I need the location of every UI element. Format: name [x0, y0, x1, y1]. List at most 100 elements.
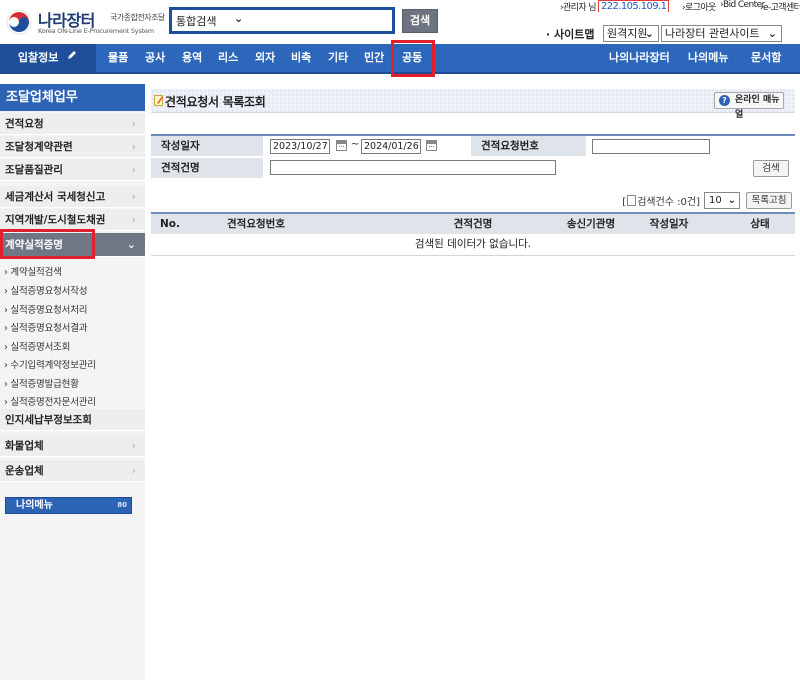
highlight-box-contract-performance: [0, 229, 95, 259]
nav-etc[interactable]: 기타: [328, 44, 348, 72]
sidebar-item-label: 견적요청: [5, 118, 44, 130]
column-header-date: 작성일자: [649, 218, 689, 230]
sidebar-subitem[interactable]: › 수기입력계약정보관리: [4, 357, 96, 371]
sidebar-item-bonds[interactable]: 지역개발/도시철도채권 ›: [0, 209, 145, 231]
my-menu-button[interactable]: 나의메뉴 80: [5, 497, 132, 514]
form-search-button[interactable]: 검색: [753, 160, 789, 177]
page-size-value: 10: [709, 195, 722, 206]
table-header: No. 견적요청번호 견적건명 송신기관명 작성일자 상태: [151, 212, 795, 234]
date-range-tilde: ~: [351, 139, 360, 150]
result-count-open: [: [622, 197, 627, 208]
related-sites-select[interactable]: 나라장터 관련사이트 ⌄: [661, 25, 782, 42]
request-no-input[interactable]: [592, 139, 710, 154]
nav-my-narajangteo[interactable]: 나의나라장터: [609, 44, 670, 72]
date-to-input[interactable]: 2024/01/26: [361, 139, 421, 154]
nav-bid-info-label: 입찰정보: [17, 51, 59, 64]
sidebar-subitem-label: 실적증명발급현황: [10, 379, 79, 390]
memo-pencil-icon: [154, 95, 164, 106]
logo-subtitle-en: Korea ON-Line E-Procurement System: [38, 27, 154, 35]
quote-name-input[interactable]: [270, 160, 556, 175]
logo[interactable]: 나라장터 국가종합전자조달 Korea ON-Line E-Procuremen…: [6, 7, 166, 37]
chevron-down-icon: ⌄: [126, 238, 136, 251]
sidebar-subitem-label: 실적증명요청서처리: [10, 305, 88, 316]
sidebar-subitem[interactable]: › 실적증명서조회: [4, 339, 70, 353]
nav-bid-info[interactable]: 입찰정보: [0, 44, 96, 72]
sidebar-item-quote-request[interactable]: 견적요청 ›: [0, 113, 145, 135]
nav-private[interactable]: 민간: [364, 44, 384, 72]
sidebar-subitem[interactable]: › 계약실적검색: [4, 264, 62, 278]
chevron-right-icon: ›: [131, 213, 136, 226]
refresh-list-button[interactable]: 목록고침: [746, 192, 792, 209]
sidebar-subitem-label: 실적증명서조회: [10, 342, 71, 353]
chevron-down-icon: ⌄: [234, 12, 244, 25]
my-menu-label: 나의메뉴: [16, 500, 53, 511]
sidebar-subitem[interactable]: › 실적증명전자문서관리: [4, 394, 96, 408]
calendar-icon[interactable]: [336, 140, 347, 151]
nav-construction[interactable]: 공사: [145, 44, 165, 72]
my-menu-ok: 80: [117, 501, 127, 509]
nav-goods[interactable]: 물품: [108, 44, 128, 72]
online-manual-button[interactable]: ? 온라인 매뉴얼: [714, 92, 784, 120]
nav-stockpile[interactable]: 비축: [291, 44, 311, 72]
nav-document-box[interactable]: 문서함: [751, 44, 781, 72]
customer-center-link[interactable]: ›e-고객센터: [760, 0, 800, 12]
sidebar-subitem[interactable]: › 실적증명요청서처리: [4, 302, 87, 316]
sidebar-item-transport[interactable]: 운송업체 ›: [0, 460, 145, 482]
top-utility-links: ›관리자 님 222.105.109.1 ›로그아웃 ›Bid Center ›…: [560, 0, 800, 12]
sidebar-item-cargo[interactable]: 화물업체 ›: [0, 435, 145, 457]
remote-support-select[interactable]: 원격지원 ⌄: [603, 25, 659, 42]
logo-subtitle-ko: 국가종합전자조달: [110, 13, 165, 22]
sidebar-item-label: 조달품질관리: [5, 164, 63, 176]
sitemap-label: · 사이트맵: [546, 28, 595, 41]
sidebar-item-stamp-tax[interactable]: 인지세납부정보조회: [0, 409, 145, 431]
sidebar-item-contract[interactable]: 조달청계약관련 ›: [0, 136, 145, 158]
column-header-status: 상태: [750, 218, 770, 230]
result-count: [검색건수 :0건]: [622, 193, 700, 208]
column-header-no: No.: [160, 218, 180, 230]
request-no-label: 견적요청번호: [471, 136, 586, 156]
remote-support-value: 원격지원: [607, 27, 648, 40]
sidebar: 조달업체업무 견적요청 › 조달청계약관련 › 조달품질관리 › 세금계산서 국세청신…: [0, 84, 145, 680]
pencil-icon: [66, 44, 78, 72]
bid-center-link[interactable]: ›Bid Center: [720, 0, 765, 10]
nav-my-menu[interactable]: 나의메뉴: [688, 44, 728, 72]
calendar-icon[interactable]: [426, 140, 437, 151]
admin-label: ›관리자 님: [560, 3, 597, 12]
sidebar-item-label: 인지세납부정보조회: [5, 414, 92, 426]
sidebar-item-label: 세금계산서 국세청신고: [5, 191, 106, 203]
chevron-right-icon: ›: [131, 439, 136, 452]
date-from-input[interactable]: 2023/10/27: [270, 139, 330, 154]
sidebar-subitem[interactable]: › 실적증명요청서결과: [4, 320, 87, 334]
document-icon: [627, 195, 637, 206]
page-size-select[interactable]: 10 ⌄: [704, 192, 740, 209]
sidebar-subitem[interactable]: › 실적증명발급현황: [4, 376, 79, 390]
nav-service[interactable]: 용역: [182, 44, 202, 72]
empty-table-message: 검색된 데이터가 없습니다.: [151, 234, 795, 256]
chevron-right-icon: ›: [131, 117, 136, 130]
sidebar-item-quality[interactable]: 조달품질관리 ›: [0, 159, 145, 181]
list-tools: [검색건수 :0건] 10 ⌄ 목록고침: [151, 192, 795, 210]
sidebar-item-tax-invoice[interactable]: 세금계산서 국세청신고 ›: [0, 186, 145, 208]
page-title: 견적요청서 목록조회: [165, 95, 266, 109]
online-manual-label: 온라인 매뉴얼: [735, 95, 780, 120]
chevron-right-icon: ›: [131, 190, 136, 203]
search-box[interactable]: 통합검색 ⌄: [169, 7, 395, 34]
sidebar-item-label: 화물업체: [5, 440, 44, 452]
quote-name-label: 견적건명: [151, 158, 263, 178]
highlight-box-nav-joint: [391, 40, 435, 77]
search-button[interactable]: 검색: [402, 9, 438, 33]
sidebar-item-label: 지역개발/도시철도채권: [5, 214, 106, 226]
search-form: 작성일자 2023/10/27 ~ 2024/01/26 견적요청번호 견적건명…: [151, 134, 795, 178]
sidebar-subitem[interactable]: › 실적증명요청서작성: [4, 283, 87, 297]
chevron-right-icon: ›: [131, 140, 136, 153]
search-scope-select[interactable]: 통합검색 ⌄: [176, 12, 246, 28]
question-icon: ?: [719, 95, 730, 106]
nav-lease[interactable]: 리스: [218, 44, 238, 72]
sidebar-subitem-label: 계약실적검색: [10, 267, 62, 278]
sidebar-subitem-label: 수기입력계약정보관리: [10, 360, 96, 371]
related-sites-value: 나라장터 관련사이트: [665, 27, 760, 40]
admin-ip: 222.105.109.1: [598, 0, 670, 12]
logout-link[interactable]: ›로그아웃: [682, 0, 716, 12]
nav-foreign[interactable]: 외자: [255, 44, 275, 72]
chevron-down-icon: ⌄: [767, 27, 777, 40]
